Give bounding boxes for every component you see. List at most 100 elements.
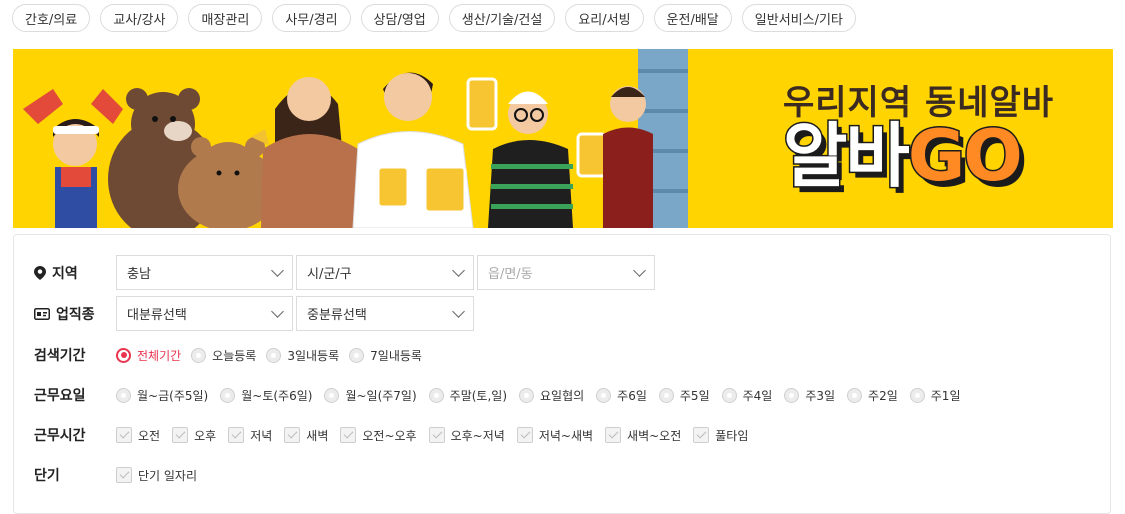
hours-option[interactable]: 오전~오후 xyxy=(340,427,417,444)
period-filter-row: 검색기간 전체기간 오늘등록 3일내등록 7일내등록 xyxy=(34,345,422,365)
category-chip[interactable]: 매장관리 xyxy=(188,4,263,32)
character-man-illustration xyxy=(352,72,498,228)
period-label: 검색기간 xyxy=(34,348,86,364)
chevron-down-icon xyxy=(452,263,465,277)
city-value: 시/군/구 xyxy=(307,267,352,282)
character-cook-illustration xyxy=(488,91,608,228)
category-chip[interactable]: 상담/영업 xyxy=(360,4,439,32)
character-girl-illustration xyxy=(23,89,123,228)
banner-title-accent: GO xyxy=(906,115,1024,197)
category-chip[interactable]: 생산/기술/건설 xyxy=(448,4,556,32)
category-chip[interactable]: 사무/경리 xyxy=(272,4,351,32)
radio-icon xyxy=(847,387,863,403)
category-chips: 간호/의료 교사/강사 매장관리 사무/경리 상담/영업 생산/기술/건설 요리… xyxy=(12,4,856,32)
category-chip[interactable]: 간호/의료 xyxy=(12,4,91,32)
town-select[interactable]: 읍/면/동 xyxy=(477,255,655,290)
banner-title: 알바GO xyxy=(782,120,1025,193)
period-option[interactable]: 3일내등록 xyxy=(266,347,339,364)
chevron-down-icon xyxy=(452,304,465,318)
town-value: 읍/면/동 xyxy=(488,267,533,282)
hours-option[interactable]: 오후~저녁 xyxy=(428,427,505,444)
days-option[interactable]: 주1일 xyxy=(909,387,960,404)
short-term-label: 단기 xyxy=(34,468,60,484)
job-filter-panel: 지역 충남 시/군/구 읍/면/동 업직종 대분류선택 중분류선택 검색기간 전… xyxy=(13,234,1111,514)
radio-selected-icon xyxy=(116,347,131,363)
period-option[interactable]: 7일내등록 xyxy=(349,347,422,364)
checkbox-icon xyxy=(116,427,132,443)
location-pin-icon xyxy=(34,265,46,280)
days-option[interactable]: 월~토(주6일) xyxy=(220,387,312,404)
region-label-text: 지역 xyxy=(52,265,78,282)
checkbox-icon xyxy=(693,427,710,443)
promo-banner[interactable]: 우리지역 동네알바 알바GO xyxy=(13,49,1113,228)
hours-option-label: 오후 xyxy=(194,428,217,443)
chevron-down-icon xyxy=(271,304,284,318)
province-value: 충남 xyxy=(127,267,151,282)
days-option-label: 월~금(주5일) xyxy=(137,388,209,403)
days-option-label: 요일협의 xyxy=(540,388,585,403)
minor-category-select[interactable]: 중분류선택 xyxy=(296,296,474,331)
chevron-down-icon xyxy=(633,263,646,277)
checkbox-icon xyxy=(172,427,189,443)
days-option-label: 주4일 xyxy=(742,388,773,403)
hours-option-label: 오전 xyxy=(138,428,161,443)
city-select[interactable]: 시/군/구 xyxy=(296,255,474,290)
radio-icon xyxy=(266,347,282,363)
days-option[interactable]: 월~일(주7일) xyxy=(324,387,417,404)
days-option[interactable]: 주말(토,일) xyxy=(428,387,507,404)
minor-category-value: 중분류선택 xyxy=(307,308,367,323)
days-option[interactable]: 주3일 xyxy=(784,387,835,404)
days-option-label: 월~토(주6일) xyxy=(241,388,313,403)
hours-option[interactable]: 오후 xyxy=(172,427,216,444)
period-option[interactable]: 전체기간 xyxy=(116,347,181,364)
hours-option[interactable]: 저녁 xyxy=(228,427,272,444)
hours-label: 근무시간 xyxy=(34,428,86,444)
hours-option[interactable]: 새벽~오전 xyxy=(605,427,681,444)
radio-icon xyxy=(519,387,534,403)
short-term-options: 단기 일자리 xyxy=(116,467,197,484)
hours-option-label: 오후~저녁 xyxy=(450,428,505,443)
category-chip[interactable]: 교사/강사 xyxy=(100,4,179,32)
checkbox-icon xyxy=(228,427,245,443)
checkbox-icon xyxy=(605,427,622,443)
region-label: 지역 xyxy=(34,263,116,283)
days-option[interactable]: 주6일 xyxy=(596,387,647,404)
short-term-option-label: 단기 일자리 xyxy=(138,468,198,483)
radio-icon xyxy=(349,347,365,363)
hours-option[interactable]: 오전 xyxy=(116,427,160,444)
category-chip[interactable]: 일반서비스/기타 xyxy=(741,4,856,32)
days-option[interactable]: 요일협의 xyxy=(519,387,584,404)
period-option-label: 오늘등록 xyxy=(212,348,257,363)
hours-option[interactable]: 풀타임 xyxy=(693,427,748,444)
period-options: 전체기간 오늘등록 3일내등록 7일내등록 xyxy=(116,347,422,364)
days-option[interactable]: 월~금(주5일) xyxy=(116,387,208,404)
days-option[interactable]: 주5일 xyxy=(658,387,710,404)
radio-icon xyxy=(220,387,236,403)
days-option-label: 주6일 xyxy=(617,388,647,403)
days-option-label: 주말(토,일) xyxy=(449,388,507,403)
days-option-label: 주2일 xyxy=(868,388,898,403)
short-term-filter-row: 단기 단기 일자리 xyxy=(34,465,197,485)
days-option[interactable]: 주2일 xyxy=(847,387,898,404)
job-type-label: 업직종 xyxy=(34,304,116,324)
radio-icon xyxy=(909,387,925,403)
category-chip[interactable]: 요리/서빙 xyxy=(565,4,644,32)
category-chip[interactable]: 운전/배달 xyxy=(653,4,732,32)
hours-option-label: 저녁 xyxy=(250,428,273,443)
hours-option[interactable]: 저녁~새벽 xyxy=(516,427,593,444)
checkbox-icon xyxy=(284,427,301,443)
period-option-label: 전체기간 xyxy=(137,348,182,363)
days-option-label: 주5일 xyxy=(679,388,710,403)
checkbox-icon xyxy=(428,427,445,443)
hours-option-label: 오전~오후 xyxy=(362,428,417,443)
short-term-option[interactable]: 단기 일자리 xyxy=(116,467,197,484)
province-select[interactable]: 충남 xyxy=(116,255,293,290)
hours-option[interactable]: 새벽 xyxy=(284,427,328,444)
hours-option-label: 새벽~오전 xyxy=(627,428,682,443)
days-option[interactable]: 주4일 xyxy=(721,387,773,404)
checkbox-icon xyxy=(116,467,132,483)
period-option[interactable]: 오늘등록 xyxy=(191,347,256,364)
hours-filter-row: 근무시간 오전 오후 저녁 새벽 오전~오후 오후~저녁 저녁~새벽 새벽~오전… xyxy=(34,425,748,445)
major-category-select[interactable]: 대분류선택 xyxy=(116,296,293,331)
period-option-label: 3일내등록 xyxy=(287,348,340,363)
